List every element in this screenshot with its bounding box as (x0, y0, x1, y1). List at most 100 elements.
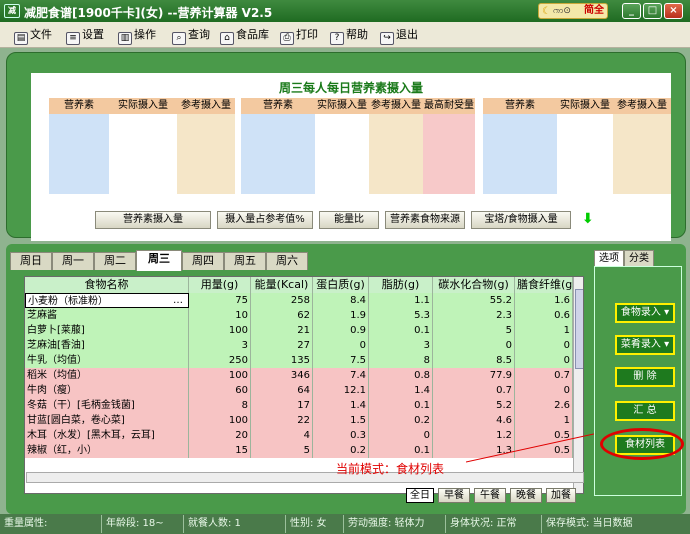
food-entry-button[interactable]: 食物录入 ▾ (615, 303, 675, 323)
table-cell[interactable]: 芝麻油[香油] (25, 338, 189, 353)
tab-day-5[interactable]: 周五 (224, 252, 266, 270)
column-header[interactable]: 膳食纤维(g) (515, 277, 573, 293)
table-cell[interactable]: 2.6 (515, 398, 573, 413)
table-cell[interactable]: 4 (251, 428, 313, 443)
table-cell[interactable]: 0 (433, 338, 515, 353)
meal-lunch[interactable]: 午餐 (474, 488, 506, 503)
table-cell[interactable]: 7.4 (313, 368, 369, 383)
table-cell[interactable]: 0.2 (313, 443, 369, 458)
table-cell[interactable]: 冬菇（干）[毛柄金钱菌] (25, 398, 189, 413)
table-cell[interactable]: 0.7 (515, 368, 573, 383)
table-cell[interactable]: 3 (189, 338, 251, 353)
table-cell[interactable]: 0 (369, 428, 433, 443)
food-table-hscroll[interactable] (26, 472, 584, 483)
table-cell[interactable]: 10 (189, 308, 251, 323)
table-cell[interactable]: 21 (251, 323, 313, 338)
column-header[interactable]: 脂肪(g) (369, 277, 433, 293)
table-cell[interactable]: 1.4 (369, 383, 433, 398)
table-row[interactable]: 牛乳（均值） 250 135 7.5 8 8.5 0 (25, 353, 573, 368)
table-cell[interactable]: 白萝卜[莱菔] (25, 323, 189, 338)
menu-food-library[interactable]: ⌂ 食品库 (220, 27, 269, 45)
table-cell[interactable]: 0 (515, 353, 573, 368)
table-cell[interactable]: 27 (251, 338, 313, 353)
table-row[interactable]: 芝麻油[香油] 3 27 0 3 0 0 (25, 338, 573, 353)
column-header[interactable]: 蛋白质(g) (313, 277, 369, 293)
table-cell[interactable]: 22 (251, 413, 313, 428)
tab-day-1[interactable]: 周一 (52, 252, 94, 270)
table-cell[interactable]: 0.6 (515, 308, 573, 323)
table-cell[interactable]: 2.3 (433, 308, 515, 323)
table-cell[interactable]: 17 (251, 398, 313, 413)
tab-day-4[interactable]: 周四 (182, 252, 224, 270)
table-cell[interactable]: 5.2 (433, 398, 515, 413)
language-switch[interactable]: ☾ ၮ⊙ 简全 (538, 3, 608, 19)
table-row[interactable]: 小麦粉（标准粉） 75 258 8.4 1.1 55.2 1.6… (25, 293, 573, 308)
table-row[interactable]: 芝麻酱 10 62 1.9 5.3 2.3 0.6 (25, 308, 573, 323)
table-cell[interactable]: 5.3 (369, 308, 433, 323)
table-cell[interactable]: 62 (251, 308, 313, 323)
column-header[interactable]: 碳水化合物(g) (433, 277, 515, 293)
meal-all-day[interactable]: 全日 (406, 488, 434, 503)
column-header[interactable]: 能量(Kcal) (251, 277, 313, 293)
table-cell[interactable]: 8 (189, 398, 251, 413)
meal-breakfast[interactable]: 早餐 (438, 488, 470, 503)
table-cell[interactable]: 8.5 (433, 353, 515, 368)
ellipsis-icon[interactable]: … (173, 293, 572, 308)
table-cell[interactable]: 0.1 (369, 323, 433, 338)
table-cell[interactable]: 1 (515, 323, 573, 338)
table-cell[interactable]: 15 (189, 443, 251, 458)
meal-snack[interactable]: 加餐 (546, 488, 576, 503)
tab-day-6[interactable]: 周六 (266, 252, 308, 270)
nutrient-intake-button[interactable]: 营养素摄入量 (95, 211, 211, 229)
table-cell[interactable]: 346 (251, 368, 313, 383)
table-cell[interactable]: 0 (515, 383, 573, 398)
delete-button[interactable]: 删 除 (615, 367, 675, 387)
table-cell[interactable]: 20 (189, 428, 251, 443)
table-cell[interactable]: 小麦粉（标准粉） (25, 293, 189, 308)
table-row[interactable]: 冬菇（干）[毛柄金钱菌] 8 17 1.4 0.1 5.2 2.6 (25, 398, 573, 413)
table-cell[interactable]: 牛肉（瘦） (25, 383, 189, 398)
table-cell[interactable]: 0.2 (369, 413, 433, 428)
maximize-button[interactable]: □ (643, 3, 662, 19)
table-cell[interactable]: 0.1 (369, 443, 433, 458)
table-cell[interactable]: 250 (189, 353, 251, 368)
vscroll-thumb[interactable] (575, 289, 583, 369)
table-cell[interactable]: 辣椒（红，小） (25, 443, 189, 458)
table-cell[interactable]: 5 (433, 323, 515, 338)
table-cell[interactable]: 稻米（均值） (25, 368, 189, 383)
dish-entry-button[interactable]: 菜肴录入 ▾ (615, 335, 675, 355)
table-cell[interactable]: 8 (369, 353, 433, 368)
table-cell[interactable]: 5 (251, 443, 313, 458)
menu-help[interactable]: ? 帮助 (330, 27, 368, 45)
table-cell[interactable]: 木耳（水发）[黑木耳，云耳] (25, 428, 189, 443)
energy-ratio-button[interactable]: 能量比 (319, 211, 379, 229)
table-cell[interactable]: 牛乳（均值） (25, 353, 189, 368)
table-row[interactable]: 牛肉（瘦） 60 64 12.1 1.4 0.7 0 (25, 383, 573, 398)
table-cell[interactable]: 1.5 (313, 413, 369, 428)
table-cell[interactable]: 0.3 (313, 428, 369, 443)
table-cell[interactable]: 0.8 (369, 368, 433, 383)
table-cell[interactable]: 0.9 (313, 323, 369, 338)
nutrient-source-button[interactable]: 营养素食物来源 (385, 211, 465, 229)
minimize-button[interactable]: _ (622, 3, 641, 19)
table-cell[interactable]: 135 (251, 353, 313, 368)
table-cell[interactable]: 100 (189, 323, 251, 338)
table-cell[interactable]: 60 (189, 383, 251, 398)
table-cell[interactable]: 1.4 (313, 398, 369, 413)
table-cell[interactable]: 64 (251, 383, 313, 398)
pyramid-intake-button[interactable]: 宝塔/食物摄入量 (471, 211, 571, 229)
table-row[interactable]: 稻米（均值） 100 346 7.4 0.8 77.9 0.7 (25, 368, 573, 383)
table-row[interactable]: 白萝卜[莱菔] 100 21 0.9 0.1 5 1 (25, 323, 573, 338)
table-cell[interactable]: 芝麻酱 (25, 308, 189, 323)
column-header[interactable]: 食物名称 (25, 277, 189, 293)
table-cell[interactable]: 12.1 (313, 383, 369, 398)
table-cell[interactable]: 0 (515, 338, 573, 353)
menu-print[interactable]: ⎙ 打印 (280, 27, 318, 45)
table-cell[interactable]: 0.1 (369, 398, 433, 413)
intake-percent-button[interactable]: 摄入量占参考值% (217, 211, 313, 229)
table-cell[interactable]: 7.5 (313, 353, 369, 368)
close-button[interactable]: × (664, 3, 683, 19)
menu-settings[interactable]: ≡ 设置 (66, 27, 104, 45)
table-cell[interactable]: 1.9 (313, 308, 369, 323)
table-cell[interactable]: 100 (189, 368, 251, 383)
